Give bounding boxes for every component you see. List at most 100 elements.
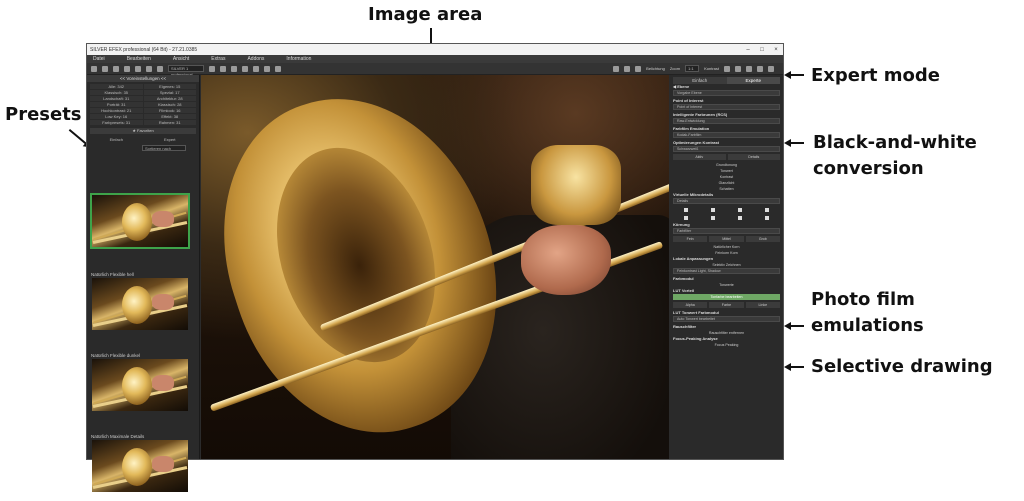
preset-thumbnail[interactable] [92,440,188,492]
compare-icon[interactable] [220,65,226,72]
category-item[interactable]: Porträt: 31 [90,102,143,107]
profile-select[interactable]: SILVER 1 professional [168,65,204,77]
close-button[interactable]: × [769,47,783,53]
settings-icon[interactable] [768,65,774,72]
exposure-label: Belichtung [646,66,665,71]
grain-medium[interactable]: Mittel [709,236,744,242]
open-icon[interactable] [91,65,97,72]
crop-icon[interactable] [242,65,248,72]
minimize-button[interactable]: – [741,47,755,53]
rotate-icon[interactable] [253,65,259,72]
histogram-icon[interactable] [209,65,215,72]
detail-icon[interactable] [684,208,689,212]
category-item[interactable]: Effekt: 38 [143,114,196,119]
category-item[interactable]: Hochkontrast: 21 [90,108,143,113]
annotation-bw-line2: conversion [813,158,924,179]
category-item[interactable]: Low Key: 16 [90,114,143,119]
title-bar: SILVER EFEX professional (64 Bit) - 27.2… [87,44,783,55]
bw-tab-details[interactable]: Details [727,154,780,160]
preset-item[interactable]: Natürlich Maximale Details [89,433,189,492]
grain-select[interactable]: Farbfilter [673,228,780,234]
flip-icon[interactable] [264,65,270,72]
section-layer: ◀ Ebene Vorgabe Ebene [673,84,780,96]
grain-fine[interactable]: Fein [673,236,708,242]
category-item[interactable]: Klassisch: 28 [143,102,196,107]
lut-option[interactable]: Linke [745,302,780,308]
lut2-select[interactable]: Auto Tonwert bearbeitet [673,316,780,322]
preset-thumbnail[interactable] [92,278,188,330]
film-select[interactable]: Kodak-Farbfilm [673,132,780,138]
view-side-icon[interactable] [746,65,752,72]
category-item[interactable]: Rahmen: 31 [143,120,196,125]
menu-ansicht[interactable]: Ansicht [173,56,189,62]
grain-coarse[interactable]: Grob [745,236,780,242]
lut-option[interactable]: Farbe [709,302,744,308]
redo-icon[interactable] [135,65,141,72]
menu-bearbeiten[interactable]: Bearbeiten [127,56,151,62]
zoom-select[interactable]: 1:1 [685,65,700,72]
maximize-button[interactable]: □ [755,47,769,53]
tab-simple[interactable]: Einfach [673,77,727,84]
bw-select[interactable]: Schwarzweiß [673,146,780,152]
menu-addons[interactable]: Addons [247,56,264,62]
menu-datei[interactable]: Datei [93,56,105,62]
menu-bar: Datei Bearbeiten Ansicht Extras Addons I… [87,55,783,63]
mode-simple-button[interactable]: Einfach [90,136,143,143]
lut-option[interactable]: Alpha [673,302,708,308]
view-split-icon[interactable] [735,65,741,72]
photo-hand [521,225,611,295]
undo-icon[interactable] [124,65,130,72]
detail-icon[interactable] [737,216,742,220]
category-item[interactable]: Landschaft: 31 [90,96,143,101]
print-icon[interactable] [113,65,119,72]
tab-expert[interactable]: Experte [726,77,780,84]
category-item[interactable]: Filmlook: 16 [143,108,196,113]
detail-icon[interactable] [737,208,742,212]
view-single-icon[interactable] [724,65,730,72]
menu-extras[interactable]: Extras [211,56,225,62]
detail-icon[interactable] [711,216,716,220]
category-item[interactable]: Spezial: 17 [143,90,196,95]
menu-information[interactable]: Information [286,56,311,62]
fine-contrast-select[interactable]: Feinkontrast Light, Shadow [673,268,780,274]
copy-icon[interactable] [146,65,152,72]
category-item[interactable]: Klassisch: 35 [90,90,143,95]
workspace: << Voreinstellungen << Alle: 342 Eigenes… [87,75,783,492]
detail-icon[interactable] [764,208,769,212]
poi-button[interactable]: Point of Interest [673,104,780,110]
detail-icon[interactable] [684,216,689,220]
category-item[interactable]: Eigenes: 15 [143,84,196,89]
preset-thumbnail[interactable] [90,193,190,249]
grid-icon[interactable] [275,65,281,72]
fullscreen-icon[interactable] [757,65,763,72]
preset-thumbnail[interactable] [92,359,188,411]
eyedropper-icon[interactable] [635,65,642,72]
section-bw-conversion: Optimierungen Kontrast Schwarzweiß Aktiv… [673,140,780,192]
image-area[interactable] [201,75,669,459]
preset-item[interactable] [89,193,190,249]
layer-select[interactable]: Vorgabe Ebene [673,90,780,96]
sort-select[interactable]: Sortieren nach [142,145,186,151]
micro-select[interactable]: Details [673,198,780,204]
category-item[interactable]: Architektur: 28 [143,96,196,101]
mode-expert-button[interactable]: Expert [144,136,197,143]
detail-icon[interactable] [711,208,716,212]
split-icon[interactable] [231,65,237,72]
preset-label: Natürlich Flexible hell [91,272,134,277]
preset-item[interactable]: Natürlich Flexible hell [89,271,189,330]
focus-peaking-button[interactable]: Focus Peaking [673,342,780,348]
favorites-button[interactable]: ★ Favoriten [90,128,196,134]
hand-tool-icon[interactable] [613,65,620,72]
category-item[interactable]: Farbpresets: 31 [90,120,143,125]
detail-icon[interactable] [764,216,769,220]
save-icon[interactable] [102,65,108,72]
paste-icon[interactable] [157,65,163,72]
bw-tab-active[interactable]: Aktiv [673,154,726,160]
presets-header[interactable]: << Voreinstellungen << [87,75,199,82]
rcs-select[interactable]: Raw-Entwicklung [673,118,780,124]
category-item[interactable]: Alle: 342 [90,84,143,89]
preset-item[interactable]: Natürlich Flexible dunkel [89,352,189,411]
zoom-tool-icon[interactable] [624,65,631,72]
settings-tabs: Einfach Experte [673,77,780,84]
lut-edit-button[interactable]: Tonfarbe bearbeiten [673,294,780,300]
